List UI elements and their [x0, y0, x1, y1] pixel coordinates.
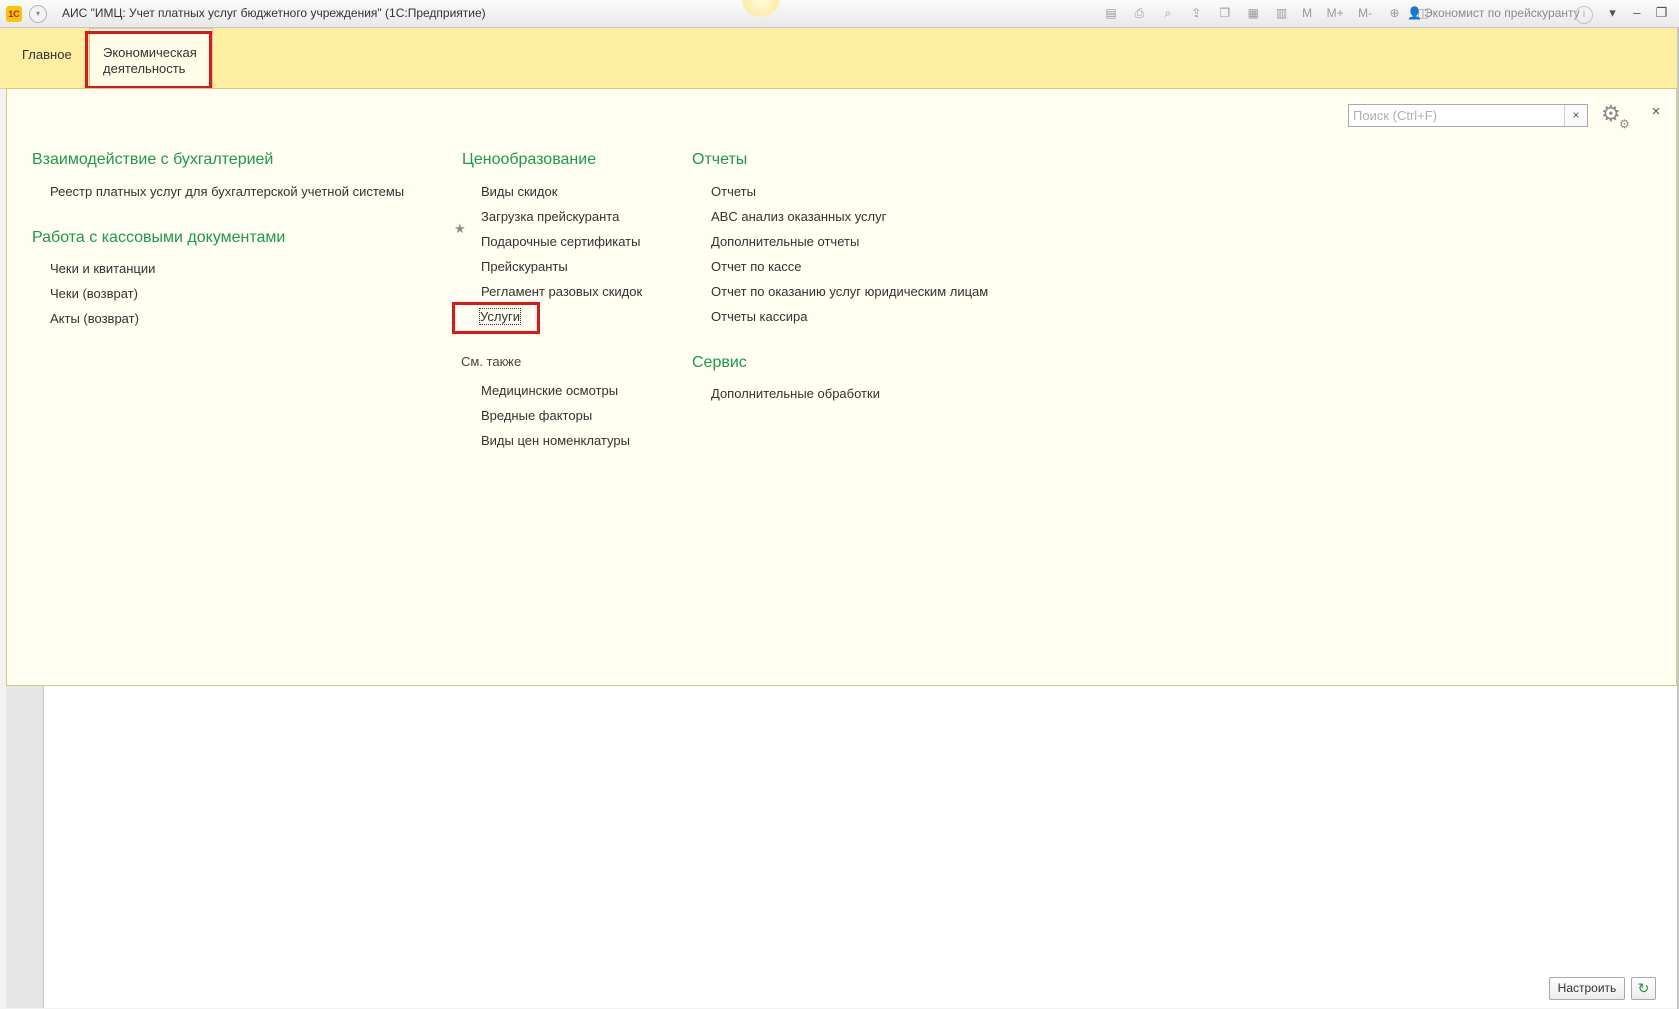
left-panel-strip — [6, 686, 44, 1008]
cmd-abc-analysis[interactable]: ABC анализ оказанных услуг — [711, 209, 886, 224]
zoom-icon[interactable]: ⊕ — [1387, 5, 1403, 21]
group-title-pricing: Ценообразование — [462, 151, 597, 168]
print-icon[interactable]: ⎙ — [1131, 5, 1147, 21]
memory-m-button[interactable]: M — [1302, 5, 1312, 21]
annotation-highlight-services — [452, 302, 540, 334]
sections-panel: Главное Экономическая деятельность — [0, 28, 1679, 89]
annotation-highlight-tab — [85, 31, 212, 89]
section-tab-main[interactable]: Главное — [10, 28, 80, 88]
cmd-reports[interactable]: Отчеты — [711, 184, 756, 199]
see-also-title: См. также — [461, 354, 522, 369]
restore-icon[interactable]: ❐ — [1652, 4, 1670, 22]
cmd-acts-return[interactable]: Акты (возврат) — [50, 311, 139, 326]
cmd-additional-reports[interactable]: Дополнительные отчеты — [711, 234, 859, 249]
user-name: Экономист по прейскуранту — [1423, 6, 1580, 20]
info-icon[interactable]: i — [1575, 6, 1593, 24]
cmd-paid-services-registry[interactable]: Реестр платных услуг для бухгалтерской у… — [50, 184, 404, 199]
cmd-medical-checkups[interactable]: Медицинские осмотры — [481, 383, 618, 398]
calendar-icon[interactable]: ▥ — [1274, 5, 1290, 21]
cmd-discount-types[interactable]: Виды скидок — [481, 184, 557, 199]
cmd-cashier-reports[interactable]: Отчеты кассира — [711, 309, 807, 324]
toolbar: ▤ ⎙ ⌕ ⇪ ❐ ▦ ▥ M M+ M- ⊕ ◫ — [1103, 5, 1439, 23]
current-user[interactable]: 👤 Экономист по прейскуранту — [1407, 6, 1580, 20]
favorite-star-icon[interactable]: ★ — [454, 221, 466, 237]
group-title-cash-documents: Работа с кассовыми документами — [32, 229, 286, 246]
calculator-icon[interactable]: ▦ — [1245, 5, 1261, 21]
minimize-icon[interactable]: – — [1628, 4, 1646, 22]
user-icon: 👤 — [1407, 6, 1422, 20]
panel-close-icon[interactable]: × — [1647, 103, 1665, 121]
cmd-receipts-return[interactable]: Чеки (возврат) — [50, 286, 138, 301]
memory-plus-button[interactable]: M+ — [1327, 5, 1344, 21]
memory-minus-button[interactable]: M- — [1358, 5, 1372, 21]
attach-icon[interactable]: ⇪ — [1188, 5, 1204, 21]
cmd-price-lists[interactable]: Прейскуранты — [481, 259, 568, 274]
section-tab-label: Главное — [22, 47, 72, 62]
cmd-harmful-factors[interactable]: Вредные факторы — [481, 408, 592, 423]
cmd-additional-processing[interactable]: Дополнительные обработки — [711, 386, 880, 401]
more-chevron-icon[interactable]: ▾ — [1603, 4, 1621, 22]
cmd-cash-report[interactable]: Отчет по кассе — [711, 259, 802, 274]
save-icon[interactable]: ▤ — [1103, 5, 1119, 21]
cmd-receipts[interactable]: Чеки и квитанции — [50, 261, 155, 276]
refresh-icon[interactable]: ↻ — [1631, 977, 1656, 1000]
search-box: × — [1348, 104, 1588, 127]
search-clear-button[interactable]: × — [1564, 105, 1587, 126]
cmd-one-time-discount-rules[interactable]: Регламент разовых скидок — [481, 284, 642, 299]
app-logo-icon[interactable]: 1С — [6, 6, 22, 22]
search-input[interactable] — [1349, 105, 1557, 125]
window-controls: i ▾ – ❐ ✕ — [1573, 4, 1679, 24]
cmd-price-list-import[interactable]: Загрузка прейскуранта — [481, 209, 619, 224]
settings-gear-icon[interactable]: ⚙ ⚙ — [1601, 103, 1631, 132]
work-area — [44, 686, 1677, 1008]
main-menu-chevron-icon[interactable]: ▾ — [29, 5, 47, 23]
window-title: АИС "ИМЦ: Учет платных услуг бюджетного … — [62, 6, 486, 20]
cmd-item-price-types[interactable]: Виды цен номенклатуры — [481, 433, 630, 448]
cmd-legal-entities-report[interactable]: Отчет по оказанию услуг юридическим лица… — [711, 284, 988, 299]
group-title-accounting: Взаимодействие с бухгалтерией — [32, 151, 274, 168]
group-title-service: Сервис — [692, 354, 747, 371]
customize-button[interactable]: Настроить — [1549, 977, 1625, 1000]
print-preview-icon[interactable]: ⌕ — [1160, 5, 1176, 21]
group-title-reports: Отчеты — [692, 151, 748, 168]
cmd-gift-certificates[interactable]: Подарочные сертификаты — [481, 234, 640, 249]
window-titlebar: 1С ▾ АИС "ИМЦ: Учет платных услуг бюджет… — [0, 0, 1679, 28]
copy-icon[interactable]: ❐ — [1217, 5, 1233, 21]
